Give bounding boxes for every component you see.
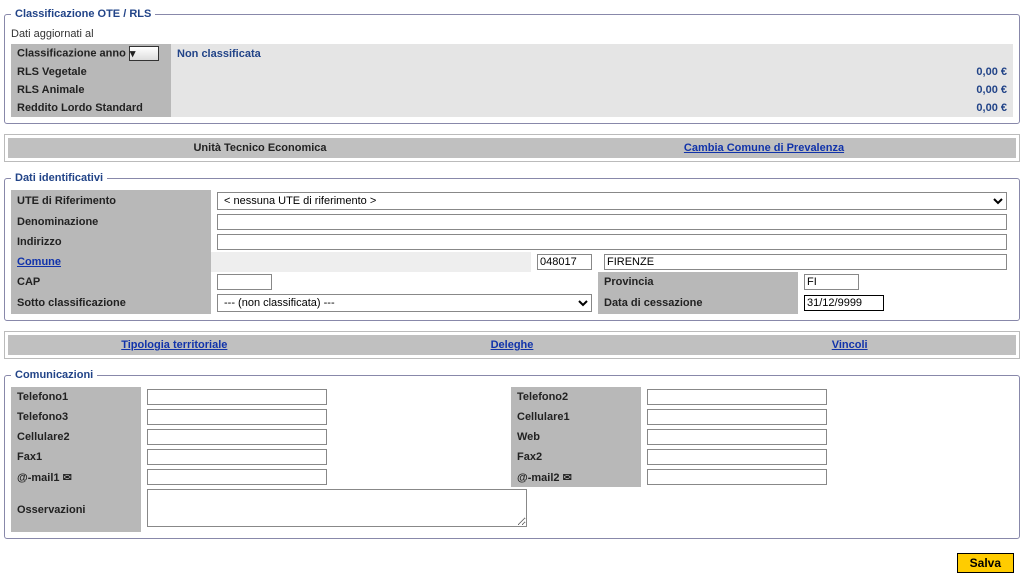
email2-input[interactable] <box>647 469 827 485</box>
indirizzo-input[interactable] <box>217 234 1007 250</box>
envelope-icon: ✉ <box>63 472 72 484</box>
email2-label: @-mail2 <box>517 472 560 484</box>
web-label: Web <box>511 427 641 447</box>
comune-name-input[interactable] <box>604 254 1007 270</box>
ute-header-panel: Unità Tecnico Economica Cambia Comune di… <box>4 134 1020 162</box>
nav-panel: Tipologia territoriale Deleghe Vincoli <box>4 331 1020 359</box>
envelope-icon: ✉ <box>563 472 572 484</box>
web-input[interactable] <box>647 429 827 445</box>
ute-rif-select[interactable]: < nessuna UTE di riferimento > <box>217 192 1007 210</box>
comunicazioni-fieldset: Comunicazioni Telefono1 Telefono2 Telefo… <box>4 369 1020 539</box>
rls-veg-label: RLS Vegetale <box>11 63 171 81</box>
indirizzo-label: Indirizzo <box>11 232 211 252</box>
classif-anno-value: Non classificata <box>177 48 261 60</box>
telefono3-label: Telefono3 <box>11 407 141 427</box>
sotto-select[interactable]: --- (non classificata) --- <box>217 294 592 312</box>
cessazione-label: Data di cessazione <box>598 292 798 314</box>
cellulare2-input[interactable] <box>147 429 327 445</box>
cellulare1-label: Cellulare1 <box>511 407 641 427</box>
comune-code-input[interactable] <box>537 254 592 270</box>
dati-aggiornati-label: Dati aggiornati al <box>11 26 1013 44</box>
reddito-label: Reddito Lordo Standard <box>11 99 171 117</box>
telefono2-input[interactable] <box>647 389 827 405</box>
telefono3-input[interactable] <box>147 409 327 425</box>
comune-link[interactable]: Comune <box>17 256 61 268</box>
ute-rif-label: UTE di Riferimento <box>11 190 211 212</box>
cessazione-input[interactable] <box>804 295 884 311</box>
classif-anno-label: Classificazione anno <box>17 47 126 59</box>
email1-input[interactable] <box>147 469 327 485</box>
telefono2-label: Telefono2 <box>511 387 641 407</box>
rls-ani-label: RLS Animale <box>11 81 171 99</box>
fax1-label: Fax1 <box>11 447 141 467</box>
identificativi-legend: Dati identificativi <box>11 172 107 184</box>
ute-col1: Unità Tecnico Economica <box>8 138 512 158</box>
cambia-comune-link[interactable]: Cambia Comune di Prevalenza <box>684 142 844 154</box>
cap-input[interactable] <box>217 274 272 290</box>
reddito-value: 0,00 € <box>171 99 1013 117</box>
sotto-label: Sotto classificazione <box>11 292 211 314</box>
osservazioni-textarea[interactable] <box>147 489 527 527</box>
tipologia-link[interactable]: Tipologia territoriale <box>121 339 227 351</box>
vincoli-link[interactable]: Vincoli <box>832 339 868 351</box>
email1-label: @-mail1 <box>17 472 60 484</box>
classificazione-fieldset: Classificazione OTE / RLS Dati aggiornat… <box>4 8 1020 124</box>
fax2-label: Fax2 <box>511 447 641 467</box>
cellulare1-input[interactable] <box>647 409 827 425</box>
cap-label: CAP <box>11 272 211 292</box>
osservazioni-label: Osservazioni <box>11 487 141 532</box>
deleghe-link[interactable]: Deleghe <box>491 339 534 351</box>
cellulare2-label: Cellulare2 <box>11 427 141 447</box>
classif-anno-dropdown[interactable]: ▾ <box>129 46 159 61</box>
rls-ani-value: 0,00 € <box>171 81 1013 99</box>
rls-veg-value: 0,00 € <box>171 63 1013 81</box>
denominazione-label: Denominazione <box>11 212 211 232</box>
classificazione-legend: Classificazione OTE / RLS <box>11 8 155 20</box>
fax2-input[interactable] <box>647 449 827 465</box>
identificativi-fieldset: Dati identificativi UTE di Riferimento <… <box>4 172 1020 321</box>
telefono1-input[interactable] <box>147 389 327 405</box>
fax1-input[interactable] <box>147 449 327 465</box>
provincia-label: Provincia <box>598 272 798 292</box>
provincia-input[interactable] <box>804 274 859 290</box>
denominazione-input[interactable] <box>217 214 1007 230</box>
comunicazioni-legend: Comunicazioni <box>11 369 97 381</box>
telefono1-label: Telefono1 <box>11 387 141 407</box>
salva-button[interactable]: Salva <box>957 553 1014 573</box>
